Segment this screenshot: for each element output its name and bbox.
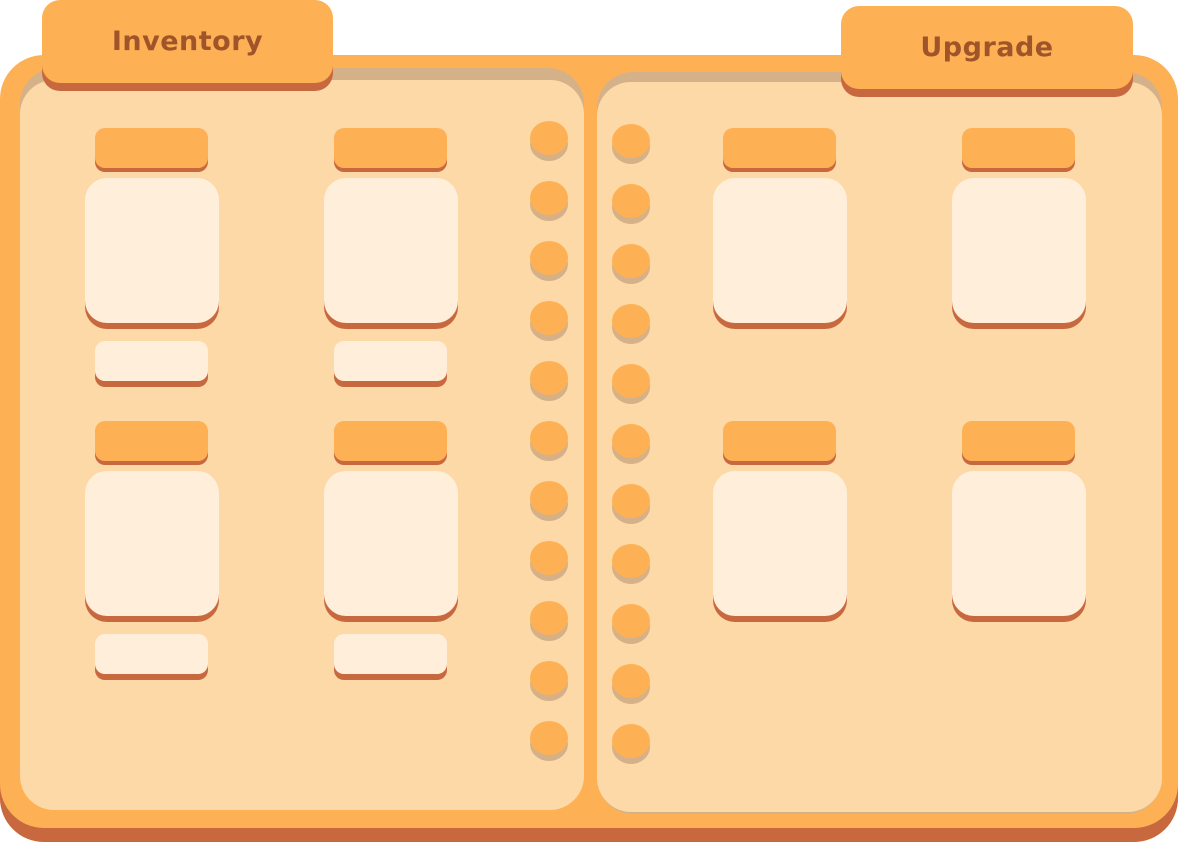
tab-inventory-label: Inventory	[111, 26, 264, 57]
binding-ring	[612, 424, 650, 458]
binding-ring	[530, 121, 568, 155]
binding-ring	[612, 244, 650, 278]
inventory-slot-2[interactable]	[324, 178, 458, 323]
inventory-slot-4-price	[334, 634, 447, 674]
binding-ring	[612, 604, 650, 638]
binding-ring	[530, 361, 568, 395]
binding-ring	[612, 304, 650, 338]
inventory-slot-2-label	[334, 128, 447, 168]
tab-inventory[interactable]: Inventory	[42, 0, 333, 83]
inventory-slot-2-price	[334, 341, 447, 381]
inventory-slot-4-label	[334, 421, 447, 461]
upgrade-slot-1[interactable]	[713, 178, 847, 323]
binding-ring	[530, 541, 568, 575]
upgrade-slot-4-label	[962, 421, 1075, 461]
inventory-slot-3[interactable]	[85, 471, 219, 616]
upgrade-slot-1-label	[723, 128, 836, 168]
binding-ring	[612, 724, 650, 758]
upgrade-slot-2-label	[962, 128, 1075, 168]
binding-ring	[612, 664, 650, 698]
upgrade-slot-3-label	[723, 421, 836, 461]
binding-ring	[530, 721, 568, 755]
tab-upgrade-label: Upgrade	[920, 32, 1054, 63]
inventory-slot-1-price	[95, 341, 208, 381]
binding-ring	[530, 301, 568, 335]
binding-ring	[612, 484, 650, 518]
binding-ring	[612, 544, 650, 578]
binding-ring	[530, 481, 568, 515]
inventory-slot-1-label	[95, 128, 208, 168]
binding-ring	[530, 421, 568, 455]
binding-ring	[530, 661, 568, 695]
upgrade-slot-2[interactable]	[952, 178, 1086, 323]
binding-ring	[612, 124, 650, 158]
upgrade-slot-4[interactable]	[952, 471, 1086, 616]
inventory-slot-3-label	[95, 421, 208, 461]
binding-ring	[530, 601, 568, 635]
tab-upgrade[interactable]: Upgrade	[841, 6, 1133, 89]
inventory-slot-3-price	[95, 634, 208, 674]
upgrade-slot-3[interactable]	[713, 471, 847, 616]
binding-ring	[612, 184, 650, 218]
binding-ring	[612, 364, 650, 398]
inventory-slot-1[interactable]	[85, 178, 219, 323]
binding-ring	[530, 241, 568, 275]
binding-ring	[530, 181, 568, 215]
inventory-slot-4[interactable]	[324, 471, 458, 616]
